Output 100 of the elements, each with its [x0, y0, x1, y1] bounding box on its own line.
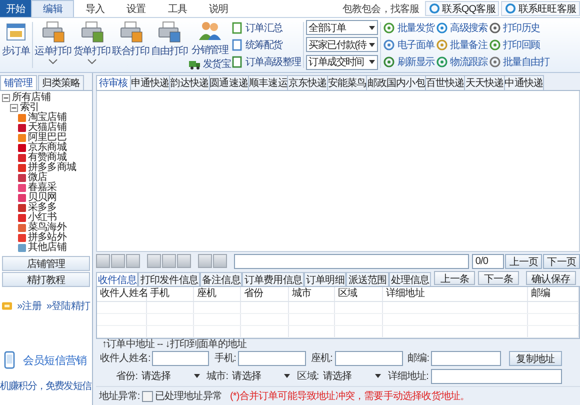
- ribbon-button[interactable]: 批量自由打: [489, 54, 550, 70]
- toolbar-button[interactable]: [162, 254, 176, 268]
- tree-item[interactable]: 贝贝网: [28, 193, 57, 203]
- express-tab[interactable]: 安能菜鸟: [328, 75, 368, 90]
- tree-item[interactable]: 拼多多商城: [28, 163, 76, 173]
- menu-tab[interactable]: 编辑: [31, 0, 74, 17]
- toolbar-button[interactable]: [177, 254, 191, 268]
- promo-title[interactable]: 会员短信营销: [23, 352, 87, 368]
- input-field[interactable]: [431, 350, 502, 366]
- ribbon-button[interactable]: 批量备注: [436, 37, 488, 52]
- input-field[interactable]: [238, 350, 306, 366]
- tree-item[interactable]: 小红书: [28, 213, 57, 223]
- express-tab[interactable]: 天天快递: [465, 75, 505, 90]
- print-button[interactable]: 货单打印: [72, 19, 112, 71]
- panel-tab[interactable]: 归类策略: [38, 75, 84, 90]
- next-page-button[interactable]: 下一页: [543, 254, 580, 268]
- panel-tab[interactable]: 铺管理: [0, 75, 37, 90]
- menu-tab[interactable]: 说明: [198, 0, 240, 17]
- express-tab[interactable]: 韵达快递: [170, 75, 210, 90]
- detail-tab[interactable]: 订单费用信息: [242, 272, 304, 286]
- express-tab[interactable]: 待审核: [96, 75, 131, 90]
- detail-button[interactable]: 下一条: [478, 271, 519, 285]
- select-field[interactable]: 请选择: [140, 370, 202, 382]
- print-button[interactable]: 自由打印: [150, 19, 189, 71]
- filter-dropdown[interactable]: 订单成交时间: [306, 54, 378, 70]
- link[interactable]: »登陆精打: [46, 299, 90, 313]
- copy-address-button[interactable]: 复制地址: [509, 350, 562, 366]
- search-field[interactable]: [234, 254, 470, 268]
- express-tab[interactable]: 百世快递: [426, 75, 466, 90]
- tree-item[interactable]: 索引: [20, 103, 40, 113]
- express-tab[interactable]: 邮政国内小包: [367, 75, 426, 90]
- tree-item[interactable]: 京东商城: [28, 143, 66, 153]
- menu-tab[interactable]: 导入: [74, 0, 116, 17]
- input-field[interactable]: [334, 350, 403, 366]
- detail-tab[interactable]: 备注信息: [200, 272, 242, 286]
- ribbon-button[interactable]: 订单汇总: [231, 20, 301, 36]
- select-field[interactable]: 请选择: [320, 370, 383, 382]
- distribution-button[interactable]: 分销管理: [190, 19, 230, 57]
- menu-tab[interactable]: 开始: [0, 0, 32, 17]
- column-header: 邮编: [528, 287, 579, 301]
- support-button[interactable]: 联系旺旺客服: [501, 1, 580, 16]
- panel-button[interactable]: 店铺管理: [2, 256, 90, 271]
- toggle-icon[interactable]: [2, 94, 10, 102]
- select-field[interactable]: 请选择: [230, 370, 292, 382]
- ribbon-button[interactable]: 高级搜索: [436, 20, 488, 36]
- menu-tab[interactable]: 工具: [156, 0, 198, 17]
- tree-item[interactable]: 天猫店铺: [28, 123, 66, 133]
- toolbar-button[interactable]: [213, 254, 227, 268]
- detail-tab[interactable]: 派送范围: [346, 272, 389, 286]
- toolbar-button[interactable]: [126, 254, 140, 268]
- ribbon-button[interactable]: 打印历史: [489, 20, 550, 36]
- print-button[interactable]: 运单打印: [34, 19, 72, 71]
- ribbon-button[interactable]: 刷新显示: [383, 54, 434, 70]
- tree-item[interactable]: 菜鸟海外: [28, 223, 66, 233]
- sync-button[interactable]: 步订单: [1, 19, 31, 71]
- filter-dropdown[interactable]: 全部订单: [306, 20, 378, 36]
- input-field[interactable]: [152, 350, 210, 366]
- tree-item[interactable]: 所有店铺: [12, 93, 50, 103]
- panel-button[interactable]: 精打教程: [2, 272, 90, 287]
- ribbon-button[interactable]: 发货宝: [188, 57, 230, 71]
- ribbon-button[interactable]: 订单高级整理: [231, 54, 301, 70]
- tree-item[interactable]: 春嘉采: [28, 183, 57, 193]
- toolbar-button[interactable]: [147, 254, 161, 268]
- tree-item[interactable]: 淘宝店铺: [28, 113, 66, 123]
- ribbon-button[interactable]: 物流跟踪: [436, 54, 488, 70]
- tree-item[interactable]: 有赞商城: [28, 153, 66, 163]
- detail-tab[interactable]: 订单明细: [304, 272, 346, 286]
- prev-page-button[interactable]: 上一页: [505, 254, 542, 268]
- ribbon-button[interactable]: 打印回顾: [489, 37, 550, 52]
- print-button[interactable]: 联合打印: [111, 19, 150, 71]
- input-field[interactable]: [430, 368, 562, 384]
- express-tab[interactable]: 京东快递: [288, 75, 328, 90]
- tree-item[interactable]: 微店: [28, 173, 48, 183]
- detail-tab[interactable]: 打印发件信息: [138, 272, 200, 286]
- filter-dropdown[interactable]: 买家已付款(待: [306, 37, 378, 52]
- ribbon-button[interactable]: 统筹配货: [231, 37, 301, 52]
- detail-button[interactable]: 确认保存: [526, 271, 576, 285]
- detail-button[interactable]: 上一条: [434, 271, 476, 285]
- link[interactable]: »注册: [17, 299, 42, 313]
- detail-tab[interactable]: 收件信息: [96, 272, 138, 286]
- menu-tab[interactable]: 设置: [116, 0, 157, 17]
- express-tab[interactable]: 顺丰速运: [249, 75, 288, 90]
- toolbar-button[interactable]: [198, 254, 212, 268]
- ribbon-button[interactable]: 电子面单: [383, 37, 434, 52]
- tree-item[interactable]: 阿里巴巴: [28, 133, 66, 143]
- ribbon-button[interactable]: 批量发货: [383, 20, 434, 36]
- checkbox-label[interactable]: 已处理地址异常: [154, 389, 222, 403]
- tree-item[interactable]: 拼多站外: [28, 233, 66, 243]
- caret-icon: [86, 59, 97, 64]
- toggle-icon[interactable]: [10, 104, 18, 112]
- toolbar-button[interactable]: [111, 254, 125, 268]
- express-tab[interactable]: 申通快递: [130, 75, 170, 90]
- detail-tab[interactable]: 处理信息: [388, 272, 432, 286]
- express-tab[interactable]: 中通快递: [504, 75, 544, 90]
- express-tab[interactable]: 圆通速递: [210, 75, 250, 90]
- tree-item[interactable]: 其他店铺: [28, 243, 66, 253]
- checkbox[interactable]: [142, 390, 153, 402]
- toolbar-button[interactable]: [96, 254, 110, 268]
- support-button[interactable]: 联系QQ客服: [425, 1, 500, 16]
- tree-item[interactable]: 采多多: [28, 203, 57, 213]
